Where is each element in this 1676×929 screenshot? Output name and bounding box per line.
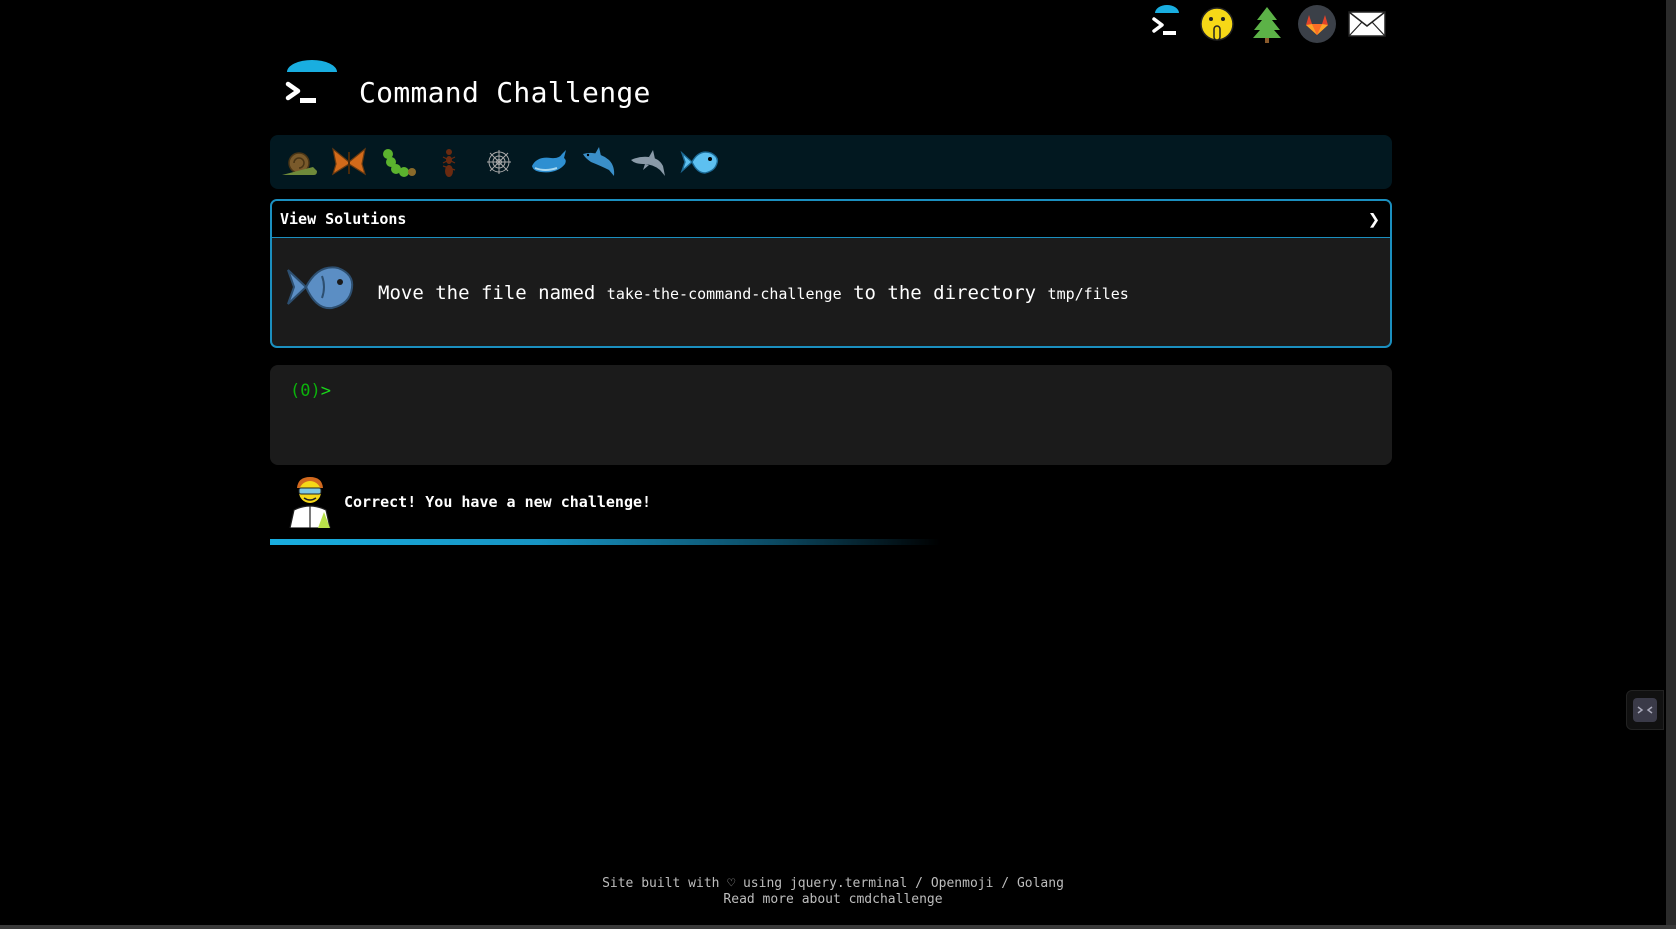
dolphin-icon[interactable]	[628, 141, 670, 183]
challenge-text: Move the file named take-the-command-cha…	[378, 282, 1129, 304]
terminal-input[interactable]: (0)>	[270, 365, 1392, 465]
task-middle: to the directory	[853, 282, 1037, 304]
butterfly-icon[interactable]	[328, 141, 370, 183]
terminal-icon[interactable]	[1145, 4, 1189, 44]
challenge-body: Move the file named take-the-command-cha…	[272, 238, 1390, 346]
view-solutions-label: View Solutions	[280, 210, 407, 228]
footer-sep-1: /	[915, 876, 923, 891]
footer: Site built with ♡ using jquery.terminal …	[0, 876, 1666, 908]
progress-bar	[270, 539, 940, 545]
footer-sep-2: /	[1001, 876, 1010, 891]
footer-read-more: Read more about	[723, 892, 841, 907]
level-bar	[270, 135, 1392, 189]
link-openmoji[interactable]: Openmoji	[931, 876, 994, 891]
link-jquery-terminal[interactable]: jquery.terminal	[790, 876, 907, 891]
fish-icon[interactable]	[678, 141, 720, 183]
window-bottom-edge	[0, 925, 1676, 929]
caterpillar-icon[interactable]	[378, 141, 420, 183]
prompt-symbol: >	[320, 381, 331, 401]
logo-terminal-icon[interactable]	[280, 60, 340, 116]
scrollbar[interactable]	[1666, 0, 1676, 929]
footer-using: using	[742, 876, 783, 891]
status-area: Correct! You have a new challenge!	[284, 474, 984, 530]
snail-icon[interactable]	[278, 141, 320, 183]
shark-icon[interactable]	[578, 141, 620, 183]
status-message: Correct! You have a new challenge!	[344, 493, 652, 511]
link-golang[interactable]: Golang	[1017, 876, 1064, 891]
task-prefix: Move the file named	[378, 282, 596, 304]
footer-line-2: Read more about cmdchallenge	[0, 892, 1666, 908]
heart-icon: ♡	[727, 876, 736, 891]
widget-face-icon	[1633, 698, 1657, 722]
tree-icon[interactable]	[1245, 4, 1289, 44]
task-file: take-the-command-challenge	[606, 285, 842, 303]
gitlab-icon[interactable]	[1295, 4, 1339, 44]
chevron-right-icon: ❯	[1367, 207, 1380, 231]
footer-line-1: Site built with ♡ using jquery.terminal …	[0, 876, 1666, 892]
fish-icon	[284, 258, 356, 316]
task-dir: tmp/files	[1047, 285, 1129, 303]
challenge-card: View Solutions ❯ Move the file named tak…	[270, 199, 1392, 348]
envelope-icon[interactable]	[1345, 4, 1389, 44]
prompt-counter: (0)	[290, 381, 321, 401]
ant-icon[interactable]	[428, 141, 470, 183]
scientist-icon	[284, 474, 336, 529]
whale-icon[interactable]	[528, 141, 570, 183]
shushing-face-icon[interactable]	[1195, 4, 1239, 44]
view-solutions-toggle[interactable]: View Solutions ❯	[272, 201, 1390, 238]
page: Command Challenge View Solutions ❯ Move …	[0, 0, 1666, 925]
header: Command Challenge	[270, 56, 870, 126]
footer-built-with: Site built with	[602, 876, 720, 891]
spider-web-icon[interactable]	[478, 141, 520, 183]
page-title: Command Challenge	[359, 76, 651, 109]
top-icon-bar	[1145, 4, 1395, 44]
link-cmdchallenge[interactable]: cmdchallenge	[849, 892, 943, 907]
side-widget-button[interactable]	[1626, 690, 1664, 730]
